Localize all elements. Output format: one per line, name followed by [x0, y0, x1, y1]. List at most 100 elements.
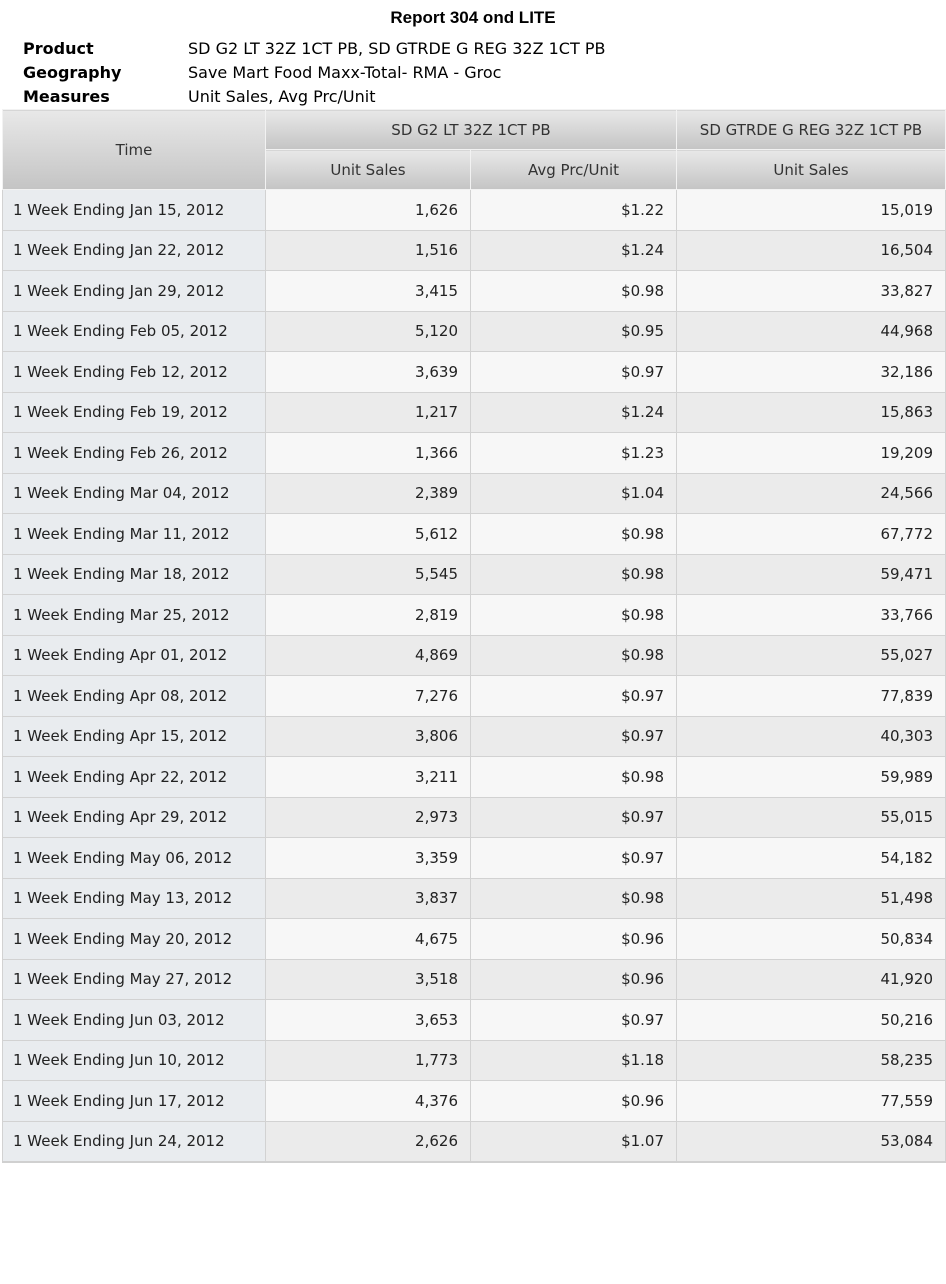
- row-time-label: 1 Week Ending Feb 05, 2012: [2, 310, 266, 352]
- measure-header-unit-sales[interactable]: Unit Sales: [676, 149, 946, 190]
- row-time-label: 1 Week Ending Jun 17, 2012: [2, 1080, 266, 1122]
- cell-g2-avg-price: $0.97: [469, 715, 678, 757]
- table-row: 1 Week Ending Mar 18, 2012 5,545 $0.98 59,4…: [2, 553, 946, 595]
- cell-gtrde-unit-sales: 50,834: [676, 918, 946, 960]
- table-row: 1 Week Ending Jun 17, 2012 4,376 $0.96 77,5…: [2, 1080, 946, 1122]
- table-row: 1 Week Ending Mar 11, 2012 5,612 $0.98 67,7…: [2, 513, 946, 555]
- table-row: 1 Week Ending May 06, 2012 3,359 $0.97 54,1…: [2, 837, 946, 879]
- row-time-label: 1 Week Ending Mar 04, 2012: [2, 472, 266, 514]
- cell-gtrde-unit-sales: 51,498: [676, 877, 946, 919]
- cell-g2-avg-price: $1.22: [469, 189, 678, 231]
- row-time-label: 1 Week Ending Feb 12, 2012: [2, 351, 266, 393]
- cell-gtrde-unit-sales: 55,027: [676, 634, 946, 676]
- cell-gtrde-unit-sales: 55,015: [676, 796, 946, 838]
- time-column-header[interactable]: Time: [2, 109, 266, 190]
- cell-g2-unit-sales: 2,626: [265, 1120, 471, 1163]
- row-time-label: 1 Week Ending Apr 08, 2012: [2, 675, 266, 717]
- row-time-label: 1 Week Ending May 20, 2012: [2, 918, 266, 960]
- row-time-label: 1 Week Ending May 13, 2012: [2, 877, 266, 919]
- table-row: 1 Week Ending Jun 10, 2012 1,773 $1.18 58,2…: [2, 1039, 946, 1081]
- table-row: 1 Week Ending Apr 01, 2012 4,869 $0.98 55,0…: [2, 634, 946, 676]
- cell-gtrde-unit-sales: 15,019: [676, 189, 946, 231]
- cell-gtrde-unit-sales: 44,968: [676, 310, 946, 352]
- cell-g2-unit-sales: 2,973: [265, 796, 471, 838]
- meta-row-geography: Geography Save Mart Food Maxx-Total- RMA…: [23, 61, 605, 85]
- cell-g2-unit-sales: 7,276: [265, 675, 471, 717]
- cell-g2-avg-price: $1.04: [469, 472, 678, 514]
- cell-g2-unit-sales: 2,389: [265, 472, 471, 514]
- row-time-label: 1 Week Ending Jun 03, 2012: [2, 999, 266, 1041]
- row-time-label: 1 Week Ending Apr 15, 2012: [2, 715, 266, 757]
- product-header-gtrde[interactable]: SD GTRDE G REG 32Z 1CT PB: [676, 109, 946, 150]
- cell-g2-avg-price: $0.98: [469, 756, 678, 798]
- table-row: 1 Week Ending Mar 25, 2012 2,819 $0.98 33,7…: [2, 594, 946, 636]
- cell-g2-unit-sales: 1,626: [265, 189, 471, 231]
- table-row: 1 Week Ending Mar 04, 2012 2,389 $1.04 24,5…: [2, 472, 946, 514]
- cell-gtrde-unit-sales: 41,920: [676, 958, 946, 1000]
- row-time-label: 1 Week Ending Feb 19, 2012: [2, 391, 266, 433]
- cell-g2-avg-price: $0.98: [469, 513, 678, 555]
- cell-g2-unit-sales: 1,366: [265, 432, 471, 474]
- cell-gtrde-unit-sales: 15,863: [676, 391, 946, 433]
- table-row: 1 Week Ending May 27, 2012 3,518 $0.96 41,9…: [2, 958, 946, 1000]
- cell-g2-unit-sales: 2,819: [265, 594, 471, 636]
- cell-gtrde-unit-sales: 77,559: [676, 1080, 946, 1122]
- table-row: 1 Week Ending Jan 22, 2012 1,516 $1.24 16,5…: [2, 229, 946, 271]
- cell-g2-avg-price: $0.96: [469, 958, 678, 1000]
- row-time-label: 1 Week Ending Jan 15, 2012: [2, 189, 266, 231]
- report-meta: Product SD G2 LT 32Z 1CT PB, SD GTRDE G …: [23, 37, 605, 109]
- table-row: 1 Week Ending Apr 08, 2012 7,276 $0.97 77,8…: [2, 675, 946, 717]
- meta-value: SD G2 LT 32Z 1CT PB, SD GTRDE G REG 32Z …: [188, 39, 606, 58]
- cell-gtrde-unit-sales: 77,839: [676, 675, 946, 717]
- row-time-label: 1 Week Ending Jun 10, 2012: [2, 1039, 266, 1081]
- row-time-label: 1 Week Ending Mar 25, 2012: [2, 594, 266, 636]
- cell-g2-avg-price: $1.18: [469, 1039, 678, 1081]
- table-row: 1 Week Ending Feb 05, 2012 5,120 $0.95 44,9…: [2, 310, 946, 352]
- cell-g2-avg-price: $1.23: [469, 432, 678, 474]
- cell-g2-avg-price: $0.96: [469, 918, 678, 960]
- product-header-g2[interactable]: SD G2 LT 32Z 1CT PB: [264, 109, 678, 150]
- table-row: 1 Week Ending May 20, 2012 4,675 $0.96 50,8…: [2, 918, 946, 960]
- row-time-label: 1 Week Ending May 27, 2012: [2, 958, 266, 1000]
- row-time-label: 1 Week Ending Mar 18, 2012: [2, 553, 266, 595]
- cell-g2-avg-price: $0.97: [469, 796, 678, 838]
- cell-gtrde-unit-sales: 50,216: [676, 999, 946, 1041]
- cell-g2-avg-price: $0.98: [469, 877, 678, 919]
- table-row: 1 Week Ending Jan 29, 2012 3,415 $0.98 33,8…: [2, 270, 946, 312]
- cell-g2-unit-sales: 1,516: [265, 229, 471, 271]
- cell-g2-unit-sales: 3,518: [265, 958, 471, 1000]
- row-time-label: 1 Week Ending Jan 29, 2012: [2, 270, 266, 312]
- row-time-label: 1 Week Ending Jan 22, 2012: [2, 229, 266, 271]
- meta-label: Product: [23, 39, 94, 58]
- cell-g2-avg-price: $1.24: [469, 391, 678, 433]
- cell-g2-unit-sales: 3,639: [265, 351, 471, 393]
- row-time-label: 1 Week Ending Apr 29, 2012: [2, 796, 266, 838]
- cell-g2-unit-sales: 4,869: [265, 634, 471, 676]
- table-row: 1 Week Ending Feb 19, 2012 1,217 $1.24 15,8…: [2, 391, 946, 433]
- row-time-label: 1 Week Ending Apr 22, 2012: [2, 756, 266, 798]
- cell-g2-unit-sales: 4,376: [265, 1080, 471, 1122]
- cell-gtrde-unit-sales: 19,209: [676, 432, 946, 474]
- cell-g2-unit-sales: 5,612: [265, 513, 471, 555]
- meta-row-product: Product SD G2 LT 32Z 1CT PB, SD GTRDE G …: [23, 37, 605, 61]
- table-row: 1 Week Ending Feb 26, 2012 1,366 $1.23 19,2…: [2, 432, 946, 474]
- cell-g2-unit-sales: 4,675: [265, 918, 471, 960]
- cell-gtrde-unit-sales: 67,772: [676, 513, 946, 555]
- cell-g2-unit-sales: 3,211: [265, 756, 471, 798]
- measure-header-avg-price[interactable]: Avg Prc/Unit: [469, 149, 678, 190]
- table-row: 1 Week Ending Jun 03, 2012 3,653 $0.97 50,2…: [2, 999, 946, 1041]
- cell-g2-unit-sales: 5,120: [265, 310, 471, 352]
- table-row: 1 Week Ending Jan 15, 2012 1,626 $1.22 15,0…: [2, 189, 946, 231]
- cell-g2-unit-sales: 1,773: [265, 1039, 471, 1081]
- cell-gtrde-unit-sales: 58,235: [676, 1039, 946, 1081]
- cell-gtrde-unit-sales: 53,084: [676, 1120, 946, 1163]
- cell-g2-unit-sales: 3,837: [265, 877, 471, 919]
- row-time-label: 1 Week Ending Jun 24, 2012: [2, 1120, 266, 1163]
- table-row: 1 Week Ending Jun 24, 2012 2,626 $1.07 53,0…: [2, 1120, 946, 1163]
- cell-g2-avg-price: $0.97: [469, 351, 678, 393]
- cell-gtrde-unit-sales: 24,566: [676, 472, 946, 514]
- cell-g2-unit-sales: 5,545: [265, 553, 471, 595]
- measure-header-unit-sales[interactable]: Unit Sales: [265, 149, 471, 190]
- cell-gtrde-unit-sales: 16,504: [676, 229, 946, 271]
- table-row: 1 Week Ending Apr 15, 2012 3,806 $0.97 40,3…: [2, 715, 946, 757]
